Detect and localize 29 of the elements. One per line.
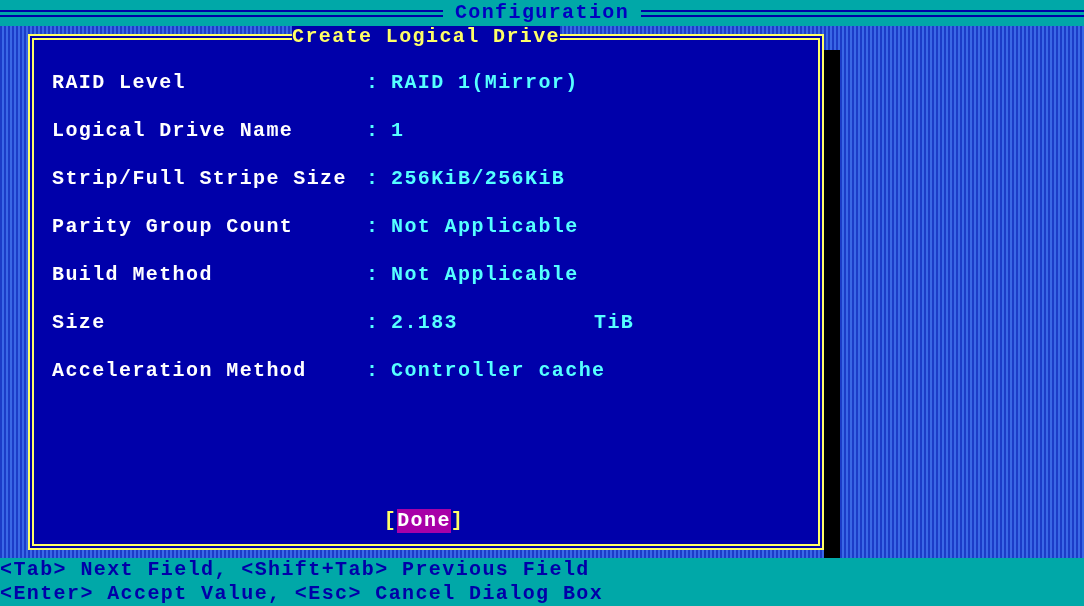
field-label: Logical Drive Name [52, 118, 295, 144]
separator-colon: : [366, 358, 381, 384]
unit-label: TiB [594, 310, 635, 336]
field-label: Strip/Full Stripe Size [52, 166, 348, 192]
field-value[interactable]: Not Applicable [391, 260, 579, 290]
help-text: <Enter> Accept Value, <Esc> Cancel Dialog Box [0, 582, 605, 606]
field-value[interactable]: 256KiB/256KiB [391, 164, 566, 194]
separator-colon: : [366, 214, 381, 240]
dialog-title: Create Logical Drive [292, 26, 560, 48]
separator-colon: : [366, 262, 381, 288]
field-value[interactable]: RAID 1(Mirror) [391, 68, 579, 98]
separator-colon: : [366, 310, 381, 336]
help-text: <Tab> Next Field, <Shift+Tab> Previous Field [0, 558, 591, 582]
field-label: Build Method [52, 262, 214, 288]
field-value[interactable]: 2.183 [391, 308, 458, 338]
window-title: Configuration [454, 0, 630, 26]
bracket: ] [450, 508, 465, 534]
field-label: Size [52, 310, 107, 336]
field-value[interactable]: Controller cache [391, 356, 606, 386]
separator-colon: : [366, 118, 381, 144]
separator-colon: : [366, 70, 381, 96]
field-value[interactable]: 1 [391, 116, 405, 146]
done-button[interactable]: Done [397, 509, 451, 533]
field-label: Parity Group Count [52, 214, 295, 240]
separator-colon: : [366, 166, 381, 192]
field-label: Acceleration Method [52, 358, 308, 384]
field-label: RAID Level [52, 70, 188, 96]
field-value[interactable]: Not Applicable [391, 212, 579, 242]
bracket: [ [383, 508, 398, 534]
